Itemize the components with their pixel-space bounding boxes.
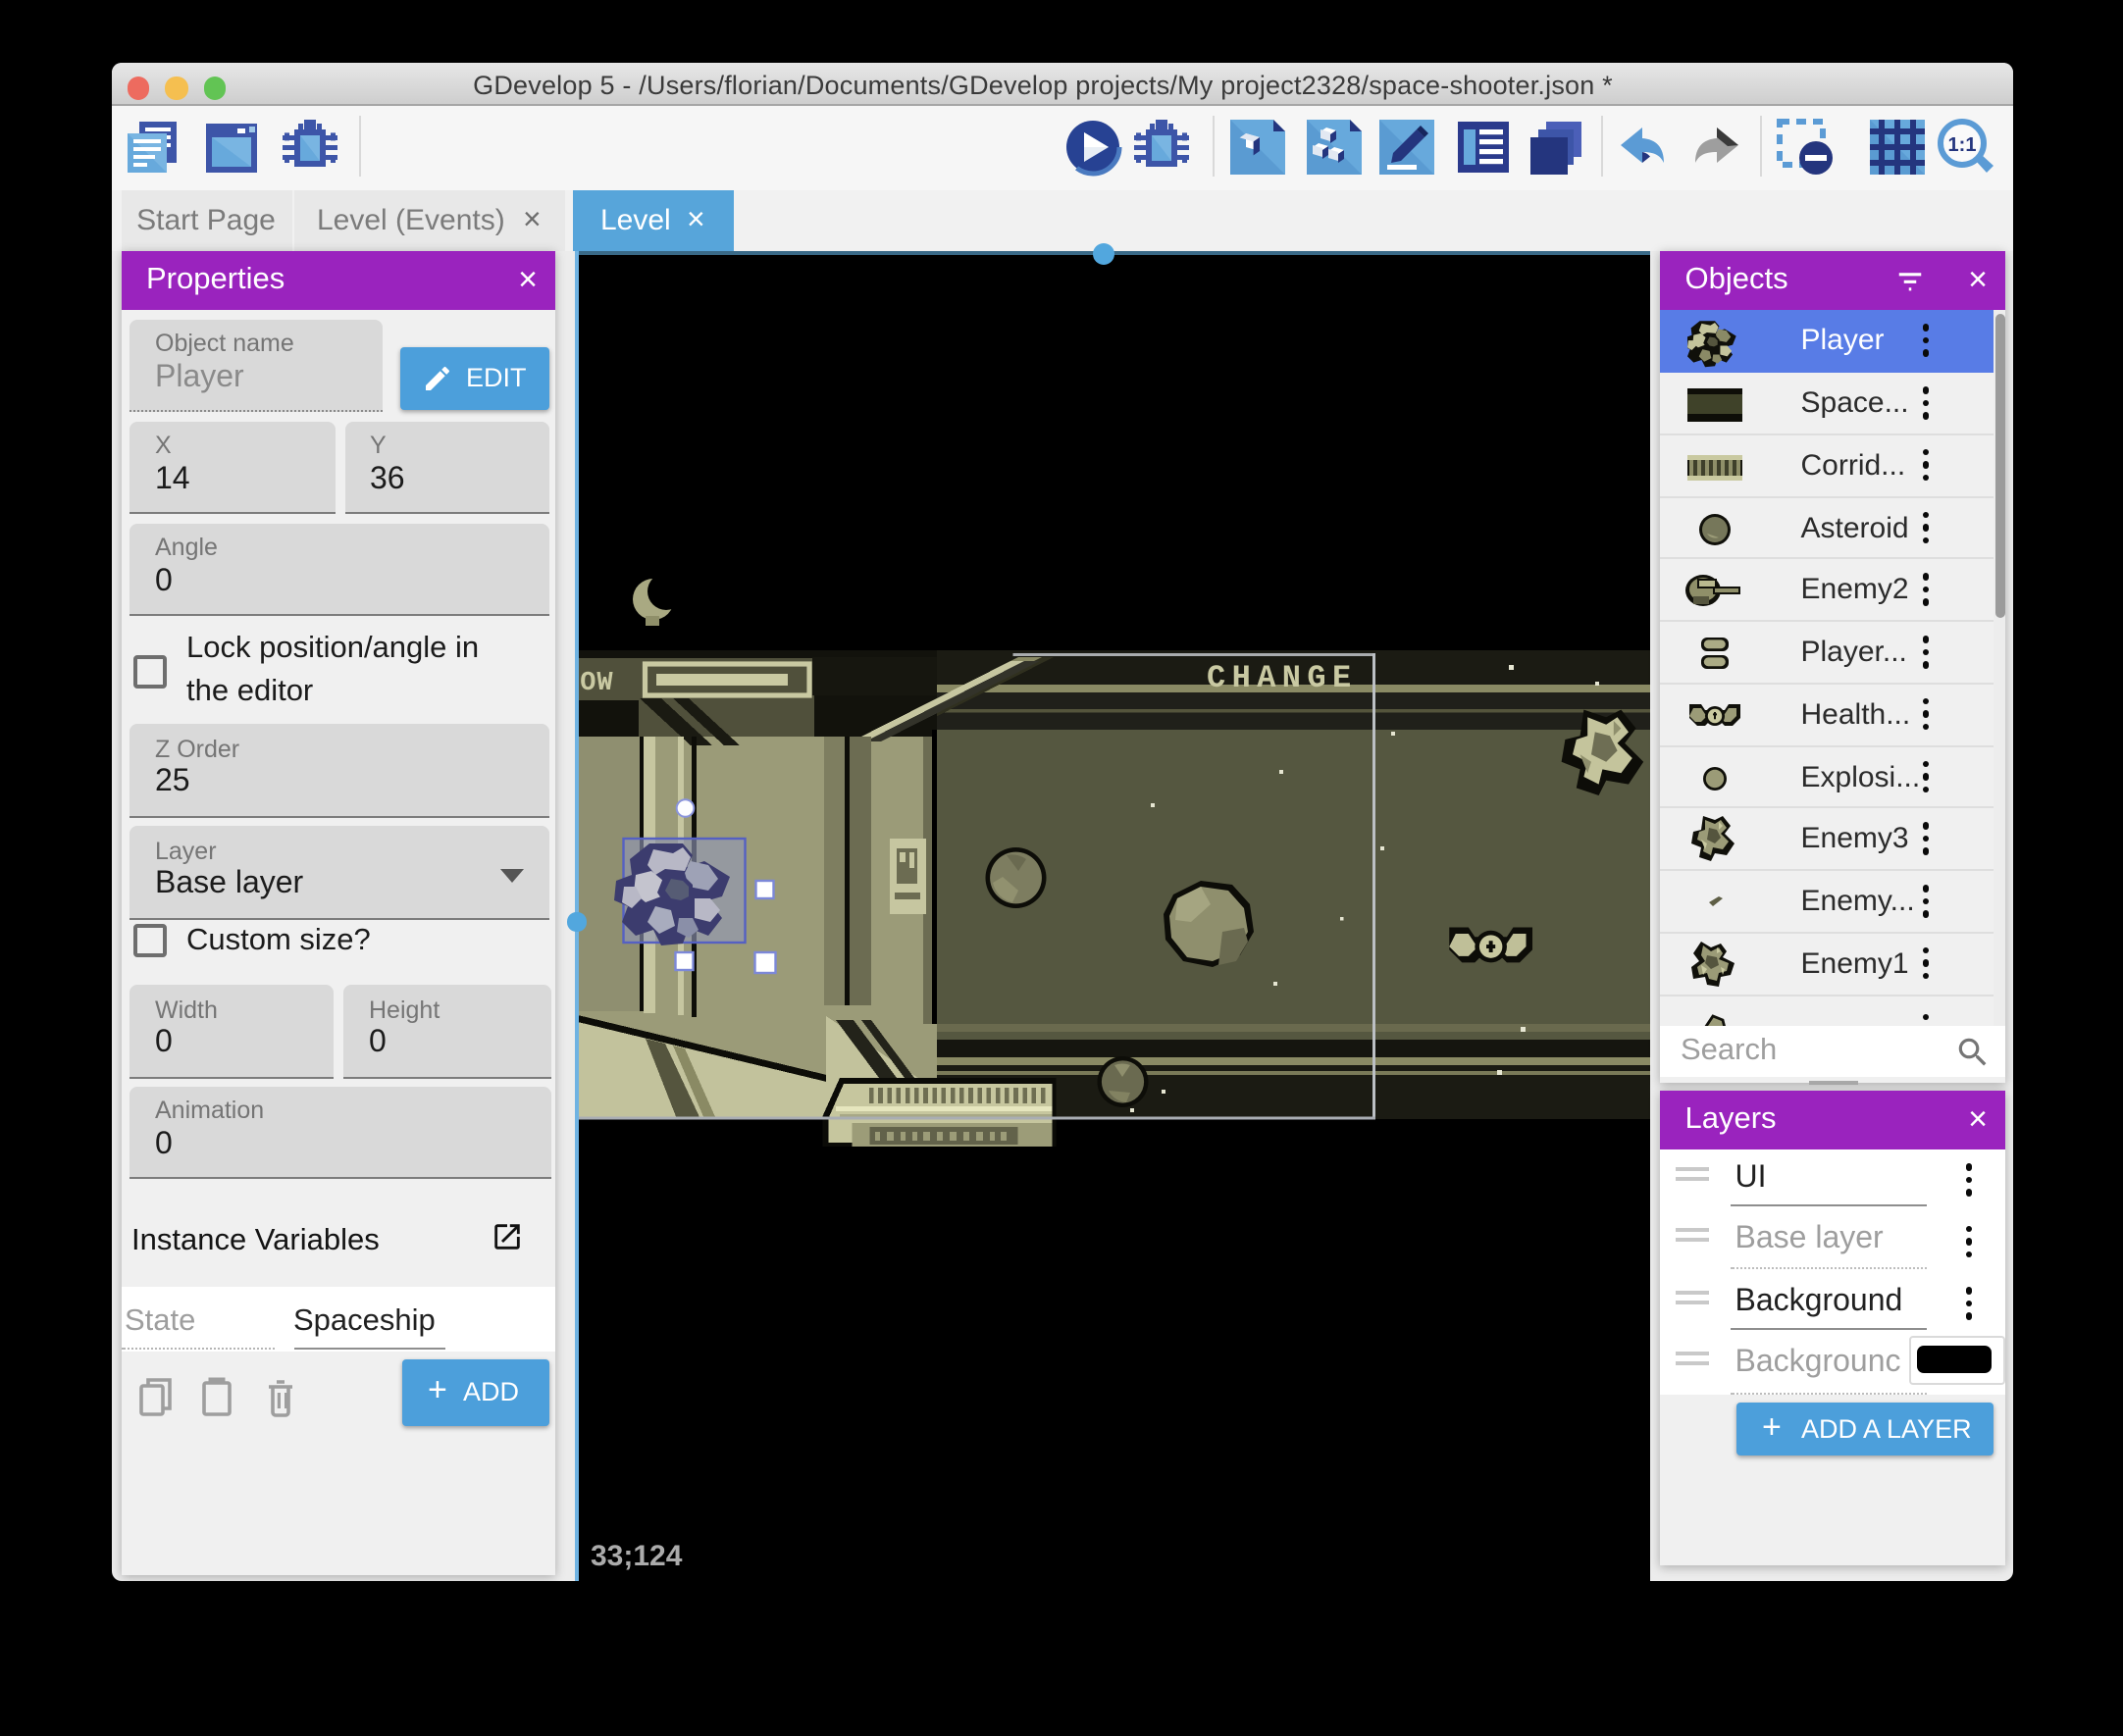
svg-text:CHANGE: CHANGE [1207, 660, 1358, 696]
svg-text:POW: POW [575, 669, 614, 698]
svg-text:33;124: 33;124 [591, 1540, 683, 1572]
svg-text:1:1: 1:1 [1947, 134, 1976, 156]
